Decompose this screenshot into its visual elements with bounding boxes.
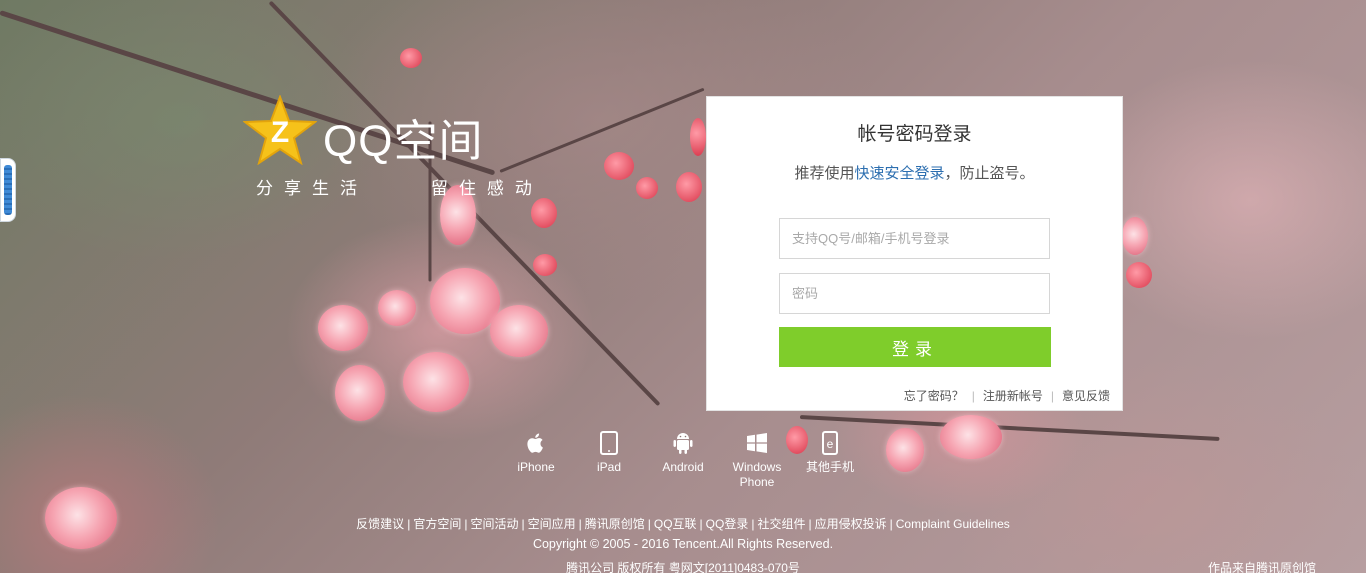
qzone-star-icon: Z bbox=[243, 95, 317, 165]
footer-link[interactable]: 应用侵权投诉 bbox=[815, 517, 887, 531]
login-tip-prefix: 推荐使用 bbox=[794, 165, 855, 182]
login-button[interactable]: 登录 bbox=[779, 327, 1051, 367]
sidebar-toggle-handle[interactable] bbox=[0, 158, 16, 222]
platform-other-phone[interactable]: e 其他手机 bbox=[800, 430, 860, 475]
link-divider: | bbox=[464, 517, 468, 531]
apple-icon bbox=[527, 433, 543, 453]
link-divider: | bbox=[889, 517, 893, 531]
link-divider: | bbox=[578, 517, 582, 531]
link-divider: | bbox=[1050, 389, 1054, 403]
logo-name: QQ空间 bbox=[323, 117, 484, 166]
link-divider: | bbox=[407, 517, 411, 531]
platform-iphone[interactable]: iPhone bbox=[506, 430, 566, 475]
qzone-logo: Z QQ空间 分享生活 留住感动 bbox=[243, 95, 532, 205]
icp-license: 腾讯公司 版权所有 粤网文[2011]0483-070号 bbox=[566, 561, 800, 573]
platform-label: iPad bbox=[596, 460, 622, 474]
platform-android[interactable]: Android bbox=[653, 430, 713, 475]
footer-link[interactable]: QQ互联 bbox=[654, 517, 697, 531]
copyright: Copyright © 2005 - 2016 Tencent.All Righ… bbox=[532, 537, 834, 551]
footer-link[interactable]: Complaint Guidelines bbox=[896, 517, 1010, 531]
platform-label: 其他手机 bbox=[805, 460, 854, 474]
link-divider: | bbox=[808, 517, 812, 531]
footer-links: 反馈建议 | 官方空间 | 空间活动 | 空间应用 | 腾讯原创馆 | QQ互联 | QQ登录 | 社交组件… bbox=[0, 515, 1366, 532]
login-panel: 帐号密码登录 推荐使用快速安全登录，防止盗号。 登录 忘了密码？ | 注册新帐号 | 意… bbox=[706, 96, 1123, 411]
logo-slogan: 分享生活 留住感动 bbox=[256, 179, 543, 198]
android-icon bbox=[673, 433, 693, 454]
link-divider: | bbox=[751, 517, 755, 531]
quick-login-link[interactable]: 快速安全登录 bbox=[854, 165, 944, 182]
footer-link[interactable]: 反馈建议 bbox=[356, 517, 404, 531]
photo-credit: 作品来自腾讯原创馆 bbox=[1208, 561, 1317, 573]
username-input[interactable] bbox=[779, 218, 1050, 259]
tablet-icon bbox=[600, 431, 618, 455]
login-links: 忘了密码？ | 注册新帐号 | 意见反馈 bbox=[904, 387, 1110, 404]
phone-e-icon: e bbox=[822, 431, 838, 455]
link-divider: | bbox=[971, 389, 975, 403]
platform-label: Windows Phone bbox=[732, 460, 782, 489]
footer-link[interactable]: 社交组件 bbox=[757, 517, 805, 531]
link-divider: | bbox=[647, 517, 651, 531]
background-photo bbox=[0, 0, 1366, 573]
platform-ipad[interactable]: iPad bbox=[579, 430, 639, 475]
svg-text:Z: Z bbox=[271, 116, 289, 149]
feedback-link[interactable]: 意见反馈 bbox=[1062, 389, 1110, 403]
login-title: 帐号密码登录 bbox=[857, 124, 972, 145]
windows-icon bbox=[747, 433, 767, 453]
login-tip-suffix: ，防止盗号。 bbox=[944, 165, 1035, 182]
password-input[interactable] bbox=[779, 273, 1050, 314]
register-link[interactable]: 注册新帐号 bbox=[983, 389, 1043, 403]
footer-link[interactable]: 空间应用 bbox=[528, 517, 576, 531]
platform-label: Android bbox=[662, 460, 704, 474]
footer-link[interactable]: 腾讯原创馆 bbox=[585, 517, 645, 531]
link-divider: | bbox=[699, 517, 703, 531]
footer-link[interactable]: 官方空间 bbox=[413, 517, 461, 531]
footer-link[interactable]: 空间活动 bbox=[470, 517, 518, 531]
svg-text:e: e bbox=[827, 437, 834, 451]
platform-windows-phone[interactable]: Windows Phone bbox=[727, 430, 787, 490]
platform-label: iPhone bbox=[517, 460, 555, 474]
forgot-password-link[interactable]: 忘了密码？ bbox=[904, 389, 964, 403]
grip-icon bbox=[4, 165, 12, 215]
link-divider: | bbox=[521, 517, 525, 531]
login-tip: 推荐使用快速安全登录，防止盗号。 bbox=[707, 162, 1122, 183]
footer-link[interactable]: QQ登录 bbox=[706, 517, 749, 531]
